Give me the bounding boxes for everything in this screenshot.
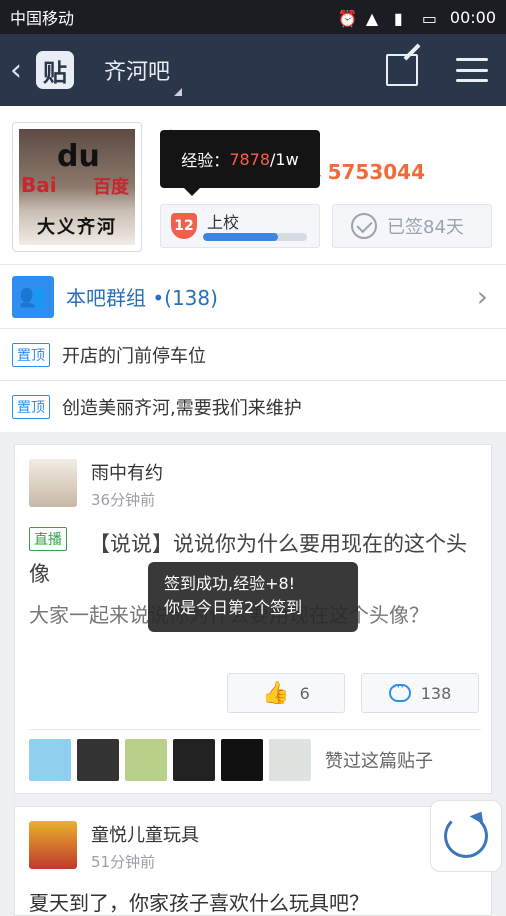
- divider: [29, 729, 481, 730]
- level-progress-bar: [203, 233, 307, 241]
- pinned-title: 创造美丽齐河,需要我们来维护: [62, 397, 302, 419]
- sign-in-button[interactable]: 已签84天: [332, 204, 492, 248]
- chevron-right-icon: ›: [476, 280, 488, 313]
- post-time: 36分钟前: [91, 491, 156, 509]
- avatar-bai: Bai: [21, 173, 57, 197]
- pinned-post-row[interactable]: 置顶 创造美丽齐河,需要我们来维护: [0, 380, 506, 432]
- like-count: 6: [299, 683, 310, 703]
- user-avatar[interactable]: [29, 821, 77, 869]
- check-icon: [351, 213, 377, 239]
- signal-icon: ▮: [393, 9, 403, 28]
- level-progress-fill: [203, 233, 278, 241]
- pinned-tag: 置顶: [12, 394, 50, 419]
- liker-avatar[interactable]: [221, 739, 263, 781]
- exp-total: /1w: [270, 149, 299, 169]
- exp-tooltip: 经验： 7878 /1w: [160, 130, 320, 196]
- toast-line-2: 你是今日第2个签到: [164, 598, 303, 617]
- dropdown-corner-icon: [174, 88, 183, 96]
- navbar: ‹ 贴 齐河吧: [0, 34, 506, 106]
- compose-icon[interactable]: [386, 54, 418, 86]
- forum-group-row[interactable]: 👥 本吧群组 •(138) ›: [0, 264, 506, 328]
- sign-in-toast: 签到成功,经验+8! 你是今日第2个签到: [148, 562, 358, 632]
- posts-count: 5753044: [327, 160, 426, 184]
- signed-label: 已签84天: [387, 217, 464, 238]
- level-box[interactable]: 12 上校: [160, 204, 320, 248]
- exp-value: 7878: [229, 149, 271, 169]
- status-bar: 中国移动 ⏰ ▲ ▮ ▭ 00:00: [0, 0, 506, 34]
- post-time: 51分钟前: [91, 853, 156, 871]
- refresh-icon: [444, 814, 488, 858]
- liker-avatar[interactable]: [77, 739, 119, 781]
- forum-avatar[interactable]: du Bai 百度 大义齐河: [12, 122, 142, 252]
- clock: 00:00: [449, 7, 496, 27]
- likers-label[interactable]: 赞过这篇贴子: [325, 747, 433, 773]
- liker-avatar[interactable]: [269, 739, 311, 781]
- avatar-baidu: 百度: [93, 177, 129, 198]
- avatar-caption: 大义齐河: [37, 217, 117, 238]
- post-author[interactable]: 童悦儿童玩具: [91, 821, 199, 847]
- battery-icon: ▭: [421, 9, 438, 28]
- refresh-button[interactable]: [430, 800, 502, 872]
- forum-avatar-image: du Bai 百度 大义齐河: [19, 129, 135, 245]
- level-label: 上校: [207, 213, 240, 232]
- comment-bubble-icon: [388, 680, 411, 702]
- alarm-icon: ⏰: [337, 9, 358, 28]
- like-button[interactable]: 👍 6: [227, 673, 345, 713]
- comment-button[interactable]: 138: [361, 673, 479, 713]
- group-icon: 👥: [12, 275, 54, 318]
- nav-title[interactable]: 齐河吧: [104, 54, 183, 96]
- nav-title-text: 齐河吧: [104, 60, 171, 85]
- carrier-label: 中国移动: [10, 9, 75, 28]
- toast-line-1: 签到成功,经验+8!: [164, 574, 296, 593]
- pinned-title: 开店的门前停车位: [62, 345, 206, 367]
- paw-logo-icon: du: [57, 139, 100, 174]
- pinned-post-row[interactable]: 置顶 开店的门前停车位: [0, 328, 506, 380]
- post-title[interactable]: 夏天到了，你家孩子喜欢什么玩具吧？: [29, 887, 369, 916]
- menu-icon[interactable]: [456, 58, 488, 82]
- user-avatar[interactable]: [29, 459, 77, 507]
- post-author[interactable]: 雨中有约: [91, 459, 163, 485]
- exp-prefix: 经验：: [181, 151, 230, 170]
- pinned-tag: 置顶: [12, 342, 50, 367]
- liker-avatar[interactable]: [125, 739, 167, 781]
- level-badge: 12: [171, 213, 197, 239]
- tieba-logo[interactable]: 贴: [36, 51, 74, 89]
- thumbs-up-icon: 👍: [262, 680, 290, 706]
- liker-avatar[interactable]: [173, 739, 215, 781]
- back-icon[interactable]: ‹: [10, 53, 32, 88]
- liker-avatar[interactable]: [29, 739, 71, 781]
- likers-row: 赞过这篇贴子: [29, 739, 433, 781]
- wifi-icon: ▲: [365, 9, 379, 28]
- group-label: 本吧群组 •(138): [66, 286, 218, 310]
- comment-count: 138: [420, 683, 452, 703]
